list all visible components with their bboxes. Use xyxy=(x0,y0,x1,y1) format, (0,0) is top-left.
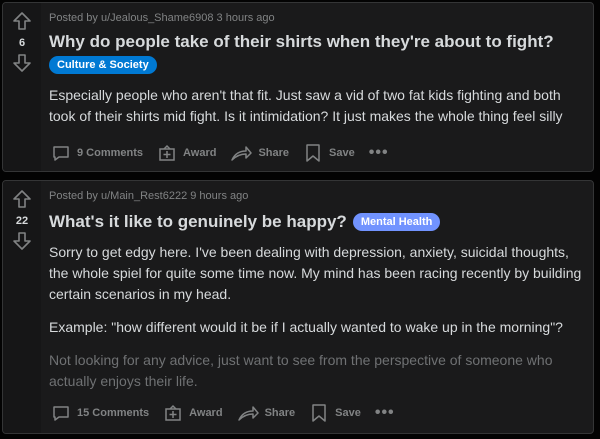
post-flair[interactable]: Culture & Society xyxy=(49,56,157,74)
comments-button[interactable]: 15 Comments xyxy=(51,403,149,423)
save-button[interactable]: Save xyxy=(303,143,355,163)
comments-label: 15 Comments xyxy=(77,407,150,419)
bookmark-icon xyxy=(309,403,329,423)
post-body[interactable]: Sorry to get edgy here. I've been dealin… xyxy=(49,242,585,392)
post-title[interactable]: Why do people take of their shirts when … xyxy=(49,31,554,53)
post-content: Posted by u/Jealous_Shame6908 3 hours ag… xyxy=(49,3,585,139)
more-options-button[interactable]: ••• xyxy=(374,404,395,421)
vote-score: 6 xyxy=(18,37,26,49)
more-options-icon: ••• xyxy=(368,144,389,161)
share-button[interactable]: Share xyxy=(230,143,289,163)
downvote-arrow-icon[interactable] xyxy=(12,53,32,73)
share-label: Share xyxy=(258,147,290,159)
award-icon xyxy=(163,403,183,423)
post-actions: 15 Comments Award Share Save ••• xyxy=(51,403,593,423)
post-flair[interactable]: Mental Health xyxy=(352,213,441,231)
post-body-paragraph: Example: "how different would it be if I… xyxy=(49,319,563,335)
award-button[interactable]: Award xyxy=(163,403,223,423)
comments-label: 9 Comments xyxy=(77,147,144,159)
post-title[interactable]: What's it like to genuinely be happy? xyxy=(49,211,347,233)
post-meta[interactable]: Posted by u/Jealous_Shame6908 3 hours ag… xyxy=(49,11,585,25)
share-icon xyxy=(237,403,259,423)
award-button[interactable]: Award xyxy=(157,143,216,163)
upvote-arrow-icon[interactable] xyxy=(12,11,32,31)
post-meta[interactable]: Posted by u/Main_Rest6222 9 hours ago xyxy=(49,189,585,203)
save-label: Save xyxy=(329,147,355,159)
award-label: Award xyxy=(189,407,223,419)
post-card[interactable]: 22 Posted by u/Main_Rest6222 9 hours ago… xyxy=(2,180,594,434)
upvote-arrow-icon[interactable] xyxy=(12,189,32,209)
post-body[interactable]: Especially people who aren't that fit. J… xyxy=(49,85,585,127)
post-card[interactable]: 6 Posted by u/Jealous_Shame6908 3 hours … xyxy=(2,2,594,172)
post-actions: 9 Comments Award Share Save ••• xyxy=(51,143,593,163)
award-label: Award xyxy=(183,147,217,159)
more-options-icon: ••• xyxy=(374,404,395,421)
award-icon xyxy=(157,143,177,163)
comments-button[interactable]: 9 Comments xyxy=(51,143,143,163)
share-icon xyxy=(230,143,253,163)
vote-score: 22 xyxy=(15,215,29,227)
vote-column: 6 xyxy=(3,3,41,171)
post-body-paragraph: Especially people who aren't that fit. J… xyxy=(49,87,563,124)
share-label: Share xyxy=(264,407,296,419)
save-button[interactable]: Save xyxy=(309,403,361,423)
comment-icon xyxy=(51,143,71,163)
more-options-button[interactable]: ••• xyxy=(368,144,389,161)
share-button[interactable]: Share xyxy=(237,403,296,423)
save-label: Save xyxy=(335,407,361,419)
post-content: Posted by u/Main_Rest6222 9 hours ago Wh… xyxy=(49,181,585,404)
vote-column: 22 xyxy=(3,181,41,433)
post-body-paragraph: Sorry to get edgy here. I've been dealin… xyxy=(49,244,582,302)
comment-icon xyxy=(51,403,71,423)
downvote-arrow-icon[interactable] xyxy=(12,231,32,251)
bookmark-icon xyxy=(303,143,323,163)
post-body-paragraph-faded: Not looking for any advice, just want to… xyxy=(49,352,553,389)
